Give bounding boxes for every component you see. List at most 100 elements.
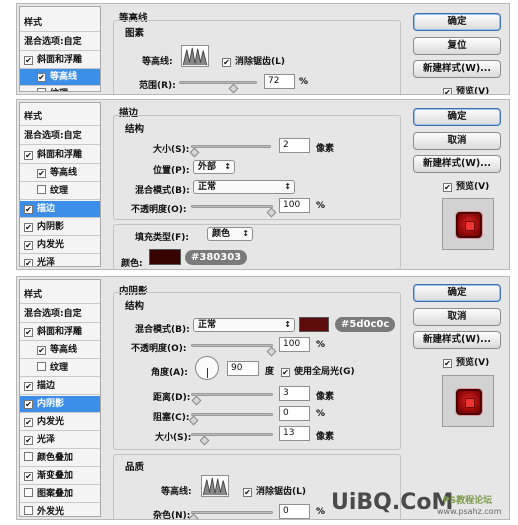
checkbox-icon[interactable] — [37, 73, 46, 82]
checkbox-icon[interactable] — [24, 382, 33, 391]
reset-button[interactable]: 复位 — [413, 37, 501, 55]
new-style-button[interactable]: 新建样式(W)... — [413, 155, 501, 173]
sidebar-title[interactable]: 样式 — [20, 287, 100, 304]
checkbox-icon[interactable] — [24, 400, 33, 409]
size-input[interactable]: 13 — [279, 426, 310, 441]
checkbox-icon[interactable] — [24, 418, 33, 427]
sidebar-item-texture[interactable]: 纹理 — [20, 183, 100, 200]
position-select[interactable]: 外部 — [193, 160, 235, 174]
checkbox-icon[interactable] — [443, 359, 452, 368]
sidebar-item-inner-glow[interactable]: 内发光 — [20, 414, 100, 431]
cancel-button[interactable]: 取消 — [413, 132, 501, 150]
checkbox-icon[interactable] — [222, 58, 231, 67]
opacity-slider[interactable] — [191, 205, 273, 208]
ok-button[interactable]: 确定 — [413, 284, 501, 302]
blend-mode-select[interactable]: 正常 — [193, 180, 295, 194]
sidebar-item-contour[interactable]: 等高线 — [20, 342, 100, 359]
angle-input[interactable]: 90 — [227, 361, 259, 376]
choke-slider[interactable] — [191, 413, 273, 416]
new-style-button[interactable]: 新建样式(W)... — [413, 60, 501, 78]
checkbox-icon[interactable] — [24, 223, 33, 232]
checkbox-icon[interactable] — [24, 488, 33, 497]
sidebar-title[interactable]: 样式 — [20, 109, 100, 126]
noise-input[interactable]: 0 — [279, 504, 310, 519]
fill-type-select[interactable]: 颜色 — [207, 227, 253, 241]
checkbox-icon[interactable] — [37, 362, 46, 371]
preview-checkbox[interactable]: 预览(V) — [443, 179, 489, 192]
contour-picker[interactable] — [201, 475, 229, 497]
checkbox-icon[interactable] — [37, 169, 46, 178]
noise-slider[interactable] — [191, 511, 273, 514]
checkbox-icon[interactable] — [37, 346, 46, 355]
distance-input[interactable]: 3 — [279, 386, 310, 401]
sidebar-title[interactable]: 样式 — [20, 15, 100, 32]
checkbox-icon[interactable] — [24, 241, 33, 250]
opacity-input[interactable]: 100 — [279, 337, 310, 352]
sidebar-item-bevel[interactable]: 斜面和浮雕 — [20, 147, 100, 164]
sidebar-item-texture[interactable]: 纹理 — [20, 86, 100, 91]
sidebar-item-pattern-overlay[interactable]: 图案叠加 — [20, 486, 100, 503]
checkbox-icon[interactable] — [281, 368, 290, 377]
sidebar-blend-options[interactable]: 混合选项:自定 — [20, 34, 100, 51]
sidebar-item-inner-glow[interactable]: 内发光 — [20, 237, 100, 254]
distance-slider[interactable] — [191, 393, 273, 396]
sidebar-item-gradient-overlay[interactable]: 渐变叠加 — [20, 468, 100, 485]
sidebar-item-label: 纹理 — [50, 363, 69, 373]
sidebar-item-inner-shadow[interactable]: 内阴影 — [20, 396, 100, 413]
size-input[interactable]: 2 — [279, 138, 310, 153]
sidebar-item-bevel[interactable]: 斜面和浮雕 — [20, 52, 100, 69]
sidebar-item-satin[interactable]: 光泽 — [20, 432, 100, 449]
antialias-checkbox[interactable]: 消除锯齿(L) — [243, 484, 306, 497]
ok-button[interactable]: 确定 — [413, 13, 501, 31]
layer-style-panel-contour: 样式 混合选项:自定 斜面和浮雕 等高线 纹理 等高线 图素 等高线: 消除锯齿… — [16, 3, 510, 95]
stroke-color-code: #380303 — [185, 250, 248, 265]
angle-label: 角度(A): — [151, 368, 188, 378]
opacity-input[interactable]: 100 — [279, 198, 310, 213]
sidebar-item-contour[interactable]: 等高线 — [20, 165, 100, 182]
opacity-slider[interactable] — [191, 344, 273, 347]
range-slider[interactable] — [179, 81, 257, 84]
sidebar-blend-options[interactable]: 混合选项:自定 — [20, 128, 100, 145]
preview-checkbox[interactable]: 预览(V) — [443, 84, 489, 94]
size-slider[interactable] — [191, 145, 271, 148]
ok-button[interactable]: 确定 — [413, 108, 501, 126]
sidebar-item-texture[interactable]: 纹理 — [20, 360, 100, 377]
sidebar-item-outer-glow[interactable]: 外发光 — [20, 504, 100, 516]
sidebar-blend-options[interactable]: 混合选项:自定 — [20, 306, 100, 323]
sidebar-item-stroke[interactable]: 描边 — [20, 378, 100, 395]
checkbox-icon[interactable] — [24, 452, 33, 461]
checkbox-icon[interactable] — [24, 56, 33, 65]
new-style-button[interactable]: 新建样式(W)... — [413, 331, 501, 349]
range-input[interactable]: 72 — [264, 74, 295, 89]
style-preview-thumbnail — [442, 198, 494, 250]
choke-input[interactable]: 0 — [279, 406, 310, 421]
sidebar-item-inner-shadow[interactable]: 内阴影 — [20, 219, 100, 236]
checkbox-icon[interactable] — [24, 259, 33, 266]
sidebar-item-bevel[interactable]: 斜面和浮雕 — [20, 324, 100, 341]
checkbox-icon[interactable] — [24, 205, 33, 214]
checkbox-icon[interactable] — [37, 88, 46, 91]
blend-mode-select[interactable]: 正常 — [193, 318, 295, 332]
global-light-checkbox[interactable]: 使用全局光(G) — [281, 364, 355, 377]
checkbox-icon[interactable] — [24, 506, 33, 515]
preview-checkbox[interactable]: 预览(V) — [443, 355, 489, 368]
checkbox-icon[interactable] — [24, 472, 33, 481]
inner-shadow-color-swatch[interactable] — [299, 317, 329, 332]
checkbox-icon[interactable] — [243, 488, 252, 497]
checkbox-icon[interactable] — [24, 151, 33, 160]
contour-picker[interactable] — [181, 45, 209, 67]
antialias-checkbox[interactable]: 消除锯齿(L) — [222, 54, 285, 67]
checkbox-icon[interactable] — [24, 328, 33, 337]
cancel-button[interactable]: 取消 — [413, 308, 501, 326]
checkbox-icon[interactable] — [443, 183, 452, 192]
checkbox-icon[interactable] — [37, 185, 46, 194]
angle-dial-icon[interactable] — [195, 356, 219, 380]
checkbox-icon[interactable] — [24, 436, 33, 445]
blend-mode-label: 混合模式(B): — [135, 325, 190, 335]
checkbox-icon[interactable] — [443, 88, 452, 94]
stroke-color-swatch[interactable] — [149, 249, 181, 265]
sidebar-item-satin[interactable]: 光泽 — [20, 255, 100, 266]
sidebar-item-color-overlay[interactable]: 颜色叠加 — [20, 450, 100, 467]
sidebar-item-stroke[interactable]: 描边 — [20, 201, 100, 218]
sidebar-item-contour[interactable]: 等高线 — [20, 69, 100, 86]
